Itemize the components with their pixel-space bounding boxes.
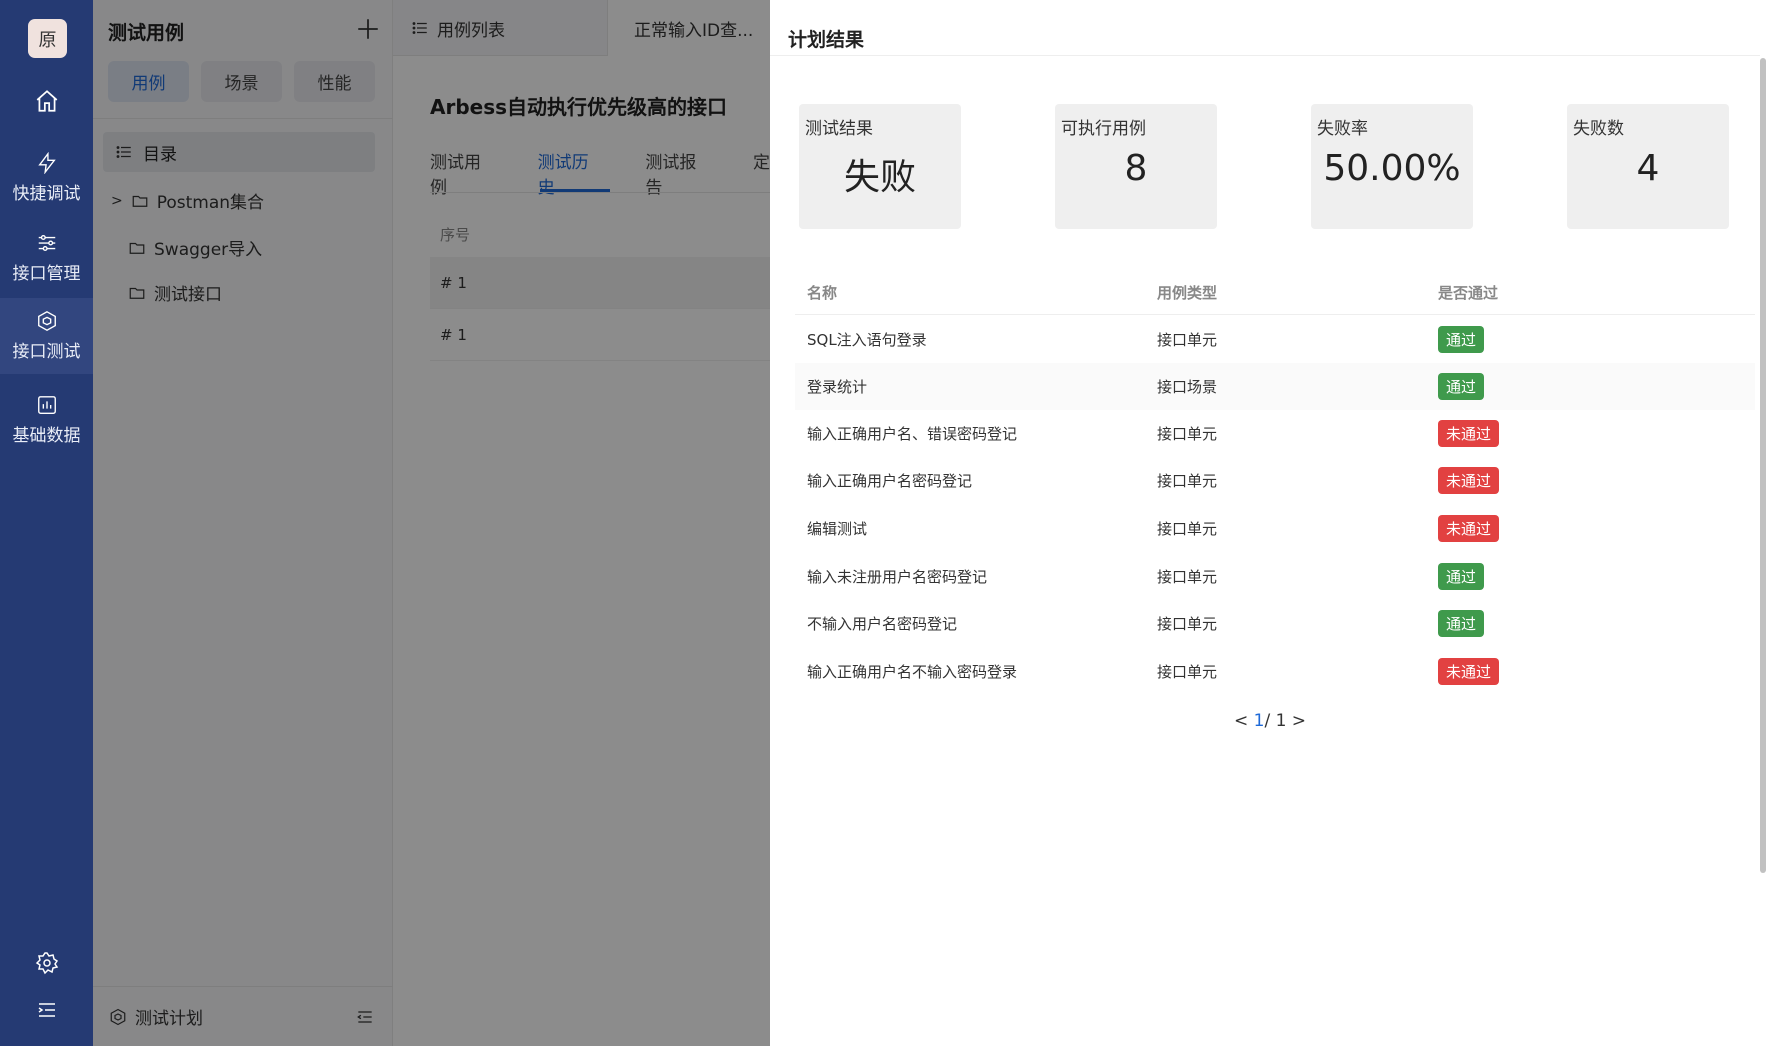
- result-row[interactable]: 登录统计 接口场景 通过: [795, 363, 1755, 410]
- sliders-icon: [38, 234, 55, 252]
- stat-title: 可执行用例: [1061, 119, 1146, 139]
- result-row[interactable]: 输入正确用户名、错误密码登记 接口单元 未通过: [795, 410, 1755, 457]
- lightning-icon: [37, 152, 56, 174]
- result-row[interactable]: 输入正确用户名不输入密码登录 接口单元 未通过: [795, 648, 1755, 695]
- case-type: 接口单元: [1157, 615, 1218, 633]
- modal-mask[interactable]: [93, 0, 770, 1046]
- stat-card-result: 测试结果 失败: [799, 104, 961, 229]
- case-name: 不输入用户名密码登记: [807, 615, 958, 633]
- divider: [770, 55, 1760, 56]
- stat-title: 失败率: [1317, 119, 1368, 139]
- status-badge: 通过: [1438, 610, 1485, 637]
- drawer-scrollbar[interactable]: [1760, 58, 1766, 873]
- nav-label: 基础数据: [12, 426, 81, 446]
- column-type: 用例类型: [1157, 283, 1218, 302]
- nav-api-test[interactable]: 接口测试: [0, 298, 93, 374]
- case-type: 接口单元: [1157, 472, 1218, 490]
- stat-title: 测试结果: [805, 119, 873, 139]
- column-passed: 是否通过: [1438, 283, 1499, 302]
- nav-label: 接口测试: [12, 342, 81, 362]
- stat-card-fail-rate: 失败率 50.00%: [1311, 104, 1473, 229]
- status-badge: 通过: [1438, 563, 1485, 590]
- home-icon[interactable]: [0, 82, 93, 120]
- status-badge: 未通过: [1438, 658, 1500, 685]
- status-badge: 未通过: [1438, 420, 1500, 447]
- stat-value: 8: [1124, 148, 1148, 189]
- column-name: 名称: [807, 283, 838, 302]
- case-type: 接口单元: [1157, 425, 1218, 443]
- case-type: 接口场景: [1157, 378, 1218, 396]
- settings-gear-icon[interactable]: [0, 945, 93, 981]
- stat-value: 失败: [843, 157, 916, 198]
- case-name: 编辑测试: [807, 520, 868, 538]
- case-type: 接口单元: [1157, 568, 1218, 586]
- case-name: SQL注入语句登录: [807, 331, 927, 349]
- result-row[interactable]: 输入未注册用户名密码登记 接口单元 通过: [795, 553, 1755, 600]
- case-type: 接口单元: [1157, 331, 1218, 349]
- org-avatar[interactable]: 原: [28, 19, 67, 58]
- stat-title: 失败数: [1573, 119, 1624, 139]
- total-pages: / 1: [1264, 711, 1287, 731]
- result-row[interactable]: 编辑测试 接口单元 未通过: [795, 505, 1755, 552]
- result-table-header: 名称 用例类型 是否通过: [795, 270, 1755, 315]
- status-badge: 通过: [1438, 373, 1485, 400]
- next-page-icon[interactable]: >: [1292, 711, 1306, 731]
- cube-icon: [37, 311, 56, 331]
- expand-menu-icon[interactable]: [0, 992, 93, 1028]
- case-name: 输入正确用户名、错误密码登记: [807, 425, 1018, 443]
- result-row[interactable]: SQL注入语句登录 接口单元 通过: [795, 316, 1755, 363]
- current-page: 1: [1253, 711, 1265, 731]
- case-name: 输入正确用户名密码登记: [807, 472, 973, 490]
- nav-quick-debug[interactable]: 快捷调试: [0, 140, 93, 216]
- result-row[interactable]: 输入正确用户名密码登记 接口单元 未通过: [795, 457, 1755, 504]
- case-name: 输入未注册用户名密码登记: [807, 568, 988, 586]
- drawer-title: 计划结果: [788, 29, 865, 51]
- nav-label: 快捷调试: [12, 184, 81, 204]
- nav-api-management[interactable]: 接口管理: [0, 220, 93, 296]
- stat-value: 4: [1636, 148, 1660, 189]
- plan-result-drawer: 计划结果 测试结果 失败 可执行用例 8 失败率 50.00% 失败数 4 名称…: [770, 0, 1770, 1046]
- nav-basic-data[interactable]: 基础数据: [0, 382, 93, 458]
- case-type: 接口单元: [1157, 663, 1218, 681]
- left-nav-rail: 原 快捷调试 接口管理 接口测试 基础数据: [0, 0, 93, 1046]
- prev-page-icon[interactable]: <: [1234, 711, 1248, 731]
- status-badge: 未通过: [1438, 515, 1500, 542]
- chart-box-icon: [37, 396, 56, 414]
- stat-card-fail-count: 失败数 4: [1567, 104, 1729, 229]
- stat-value: 50.00%: [1323, 148, 1461, 189]
- case-name: 登录统计: [807, 378, 868, 396]
- result-row[interactable]: 不输入用户名密码登记 接口单元 通过: [795, 600, 1755, 647]
- pagination: < 1/ 1 >: [770, 711, 1770, 731]
- case-type: 接口单元: [1157, 520, 1218, 538]
- status-badge: 未通过: [1438, 467, 1500, 494]
- nav-label: 接口管理: [12, 264, 81, 284]
- stat-card-executable: 可执行用例 8: [1055, 104, 1217, 229]
- case-name: 输入正确用户名不输入密码登录: [807, 663, 1018, 681]
- status-badge: 通过: [1438, 326, 1485, 353]
